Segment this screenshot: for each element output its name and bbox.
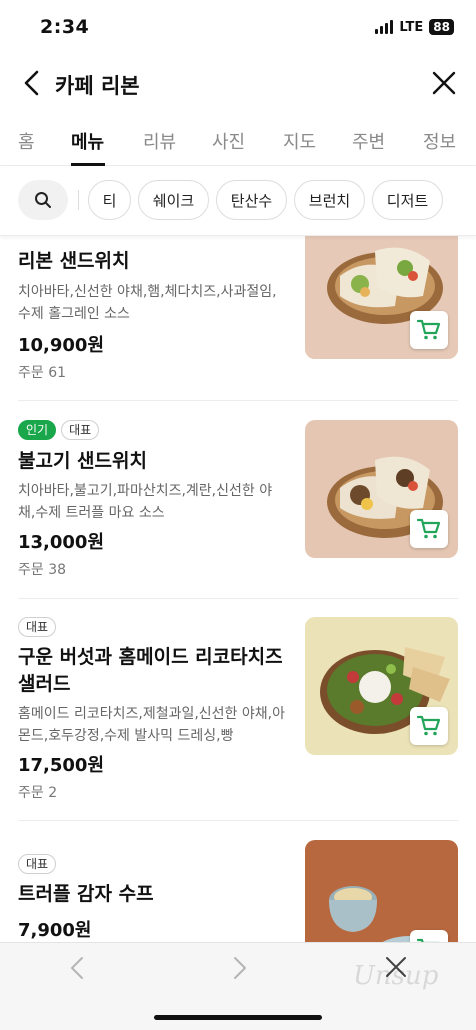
menu-item-price: 13,000원 (18, 532, 105, 553)
menu-search-button[interactable] (18, 180, 68, 220)
menu-item-orders: 주문 2 (18, 785, 58, 801)
sandwich-image (305, 420, 458, 558)
chip-divider (78, 190, 79, 210)
cart-icon (417, 319, 441, 340)
popular-badge: 인기 (18, 420, 57, 440)
menu-item-orders: 주문 38 (18, 562, 67, 578)
salad-image (305, 617, 458, 755)
category-filter-bar: 티 쉐이크 탄산수 브런치 디저트 (0, 166, 476, 236)
menu-item-price: 10,900원 (18, 335, 105, 356)
sandwich-image (305, 236, 458, 359)
menu-item-name: 불고기 샌드위치 (18, 450, 147, 472)
add-to-cart-button[interactable] (410, 510, 448, 548)
close-icon[interactable] (430, 69, 458, 97)
network-label: LTE (399, 19, 424, 35)
menu-item-price: 17,500원 (18, 755, 105, 776)
filter-chip[interactable]: 브런치 (294, 180, 365, 220)
menu-item-description: 치아바타,불고기,파마산치즈,계란,신선한 야채,수제 트러플 마요 소스 (18, 483, 273, 521)
page-title: 카페 리본 (55, 74, 140, 98)
menu-item-name: 트러플 감자 수프 (18, 883, 154, 905)
watermark-logo: Unsup (353, 961, 439, 991)
badge-group: 대표 (18, 617, 57, 637)
home-indicator (154, 1015, 322, 1020)
signal-icon (375, 20, 394, 34)
badge-group: 인기 대표 (18, 420, 100, 440)
menu-item-orders: 주문 61 (18, 365, 67, 381)
search-icon (35, 192, 51, 208)
item-separator (18, 400, 458, 401)
signature-badge: 대표 (18, 617, 57, 637)
item-separator (18, 598, 458, 599)
tab-nearby[interactable]: 주변 (352, 128, 385, 154)
menu-item[interactable]: 인기 대표 리본 샌드위치 치아바타,신선한 야채,햄,체다치즈,사과절임,수제… (0, 236, 476, 401)
back-arrow-icon[interactable] (18, 68, 48, 98)
menu-item-description: 치아바타,신선한 야채,햄,체다치즈,사과절임,수제 홀그레인 소스 (18, 284, 277, 322)
soup-image (305, 840, 458, 942)
tab-map[interactable]: 지도 (283, 128, 316, 154)
menu-item[interactable]: 인기 대표 불고기 샌드위치 치아바타,불고기,파마산치즈,계란,신선한 야채,… (0, 420, 476, 600)
tab-menu[interactable]: 메뉴 (71, 128, 104, 154)
add-to-cart-button[interactable] (410, 311, 448, 349)
tab-photos[interactable]: 사진 (212, 128, 245, 154)
add-to-cart-button[interactable] (410, 707, 448, 745)
filter-chip[interactable]: 탄산수 (216, 180, 287, 220)
filter-chip[interactable]: 티 (88, 180, 131, 220)
filter-chip[interactable]: 쉐이크 (138, 180, 209, 220)
menu-item[interactable]: 대표 트러플 감자 수프 7,900원 (0, 840, 476, 942)
signature-badge: 대표 (18, 854, 57, 874)
status-indicators: LTE 88 (375, 19, 454, 35)
tab-bar: 홈 메뉴 리뷰 사진 지도 주변 정보 (0, 112, 476, 166)
status-time: 2:34 (40, 16, 90, 38)
menu-list: 인기 대표 리본 샌드위치 치아바타,신선한 야채,햄,체다치즈,사과절임,수제… (0, 236, 476, 942)
cart-icon (417, 715, 441, 736)
chevron-right-icon[interactable] (227, 955, 251, 981)
browser-bottom-bar: Unsup (0, 942, 476, 1030)
menu-item-description: 홈메이드 리코타치즈,제철과일,신선한 야채,아몬드,호두강정,수제 발사믹 드… (18, 706, 285, 744)
tab-reviews[interactable]: 리뷰 (143, 128, 176, 154)
menu-item-name: 구운 버섯과 홈메이드 리코타치즈 샐러드 (18, 646, 283, 695)
header: 카페 리본 (0, 56, 476, 112)
status-bar: 2:34 LTE 88 (0, 0, 476, 56)
tab-home[interactable]: 홈 (18, 128, 35, 154)
tab-info[interactable]: 정보 (423, 128, 456, 154)
item-separator (18, 820, 458, 821)
battery-icon: 88 (429, 19, 454, 35)
badge-group: 대표 (18, 854, 57, 874)
cart-icon (417, 518, 441, 539)
signature-badge: 대표 (61, 420, 100, 440)
menu-item[interactable]: 대표 구운 버섯과 홈메이드 리코타치즈 샐러드 홈메이드 리코타치즈,제철과일… (0, 617, 476, 817)
add-to-cart-button[interactable] (410, 930, 448, 942)
filter-chip[interactable]: 디저트 (372, 180, 443, 220)
menu-item-name: 리본 샌드위치 (18, 250, 130, 272)
menu-item-price: 7,900원 (18, 920, 92, 941)
chevron-left-icon[interactable] (66, 955, 90, 981)
